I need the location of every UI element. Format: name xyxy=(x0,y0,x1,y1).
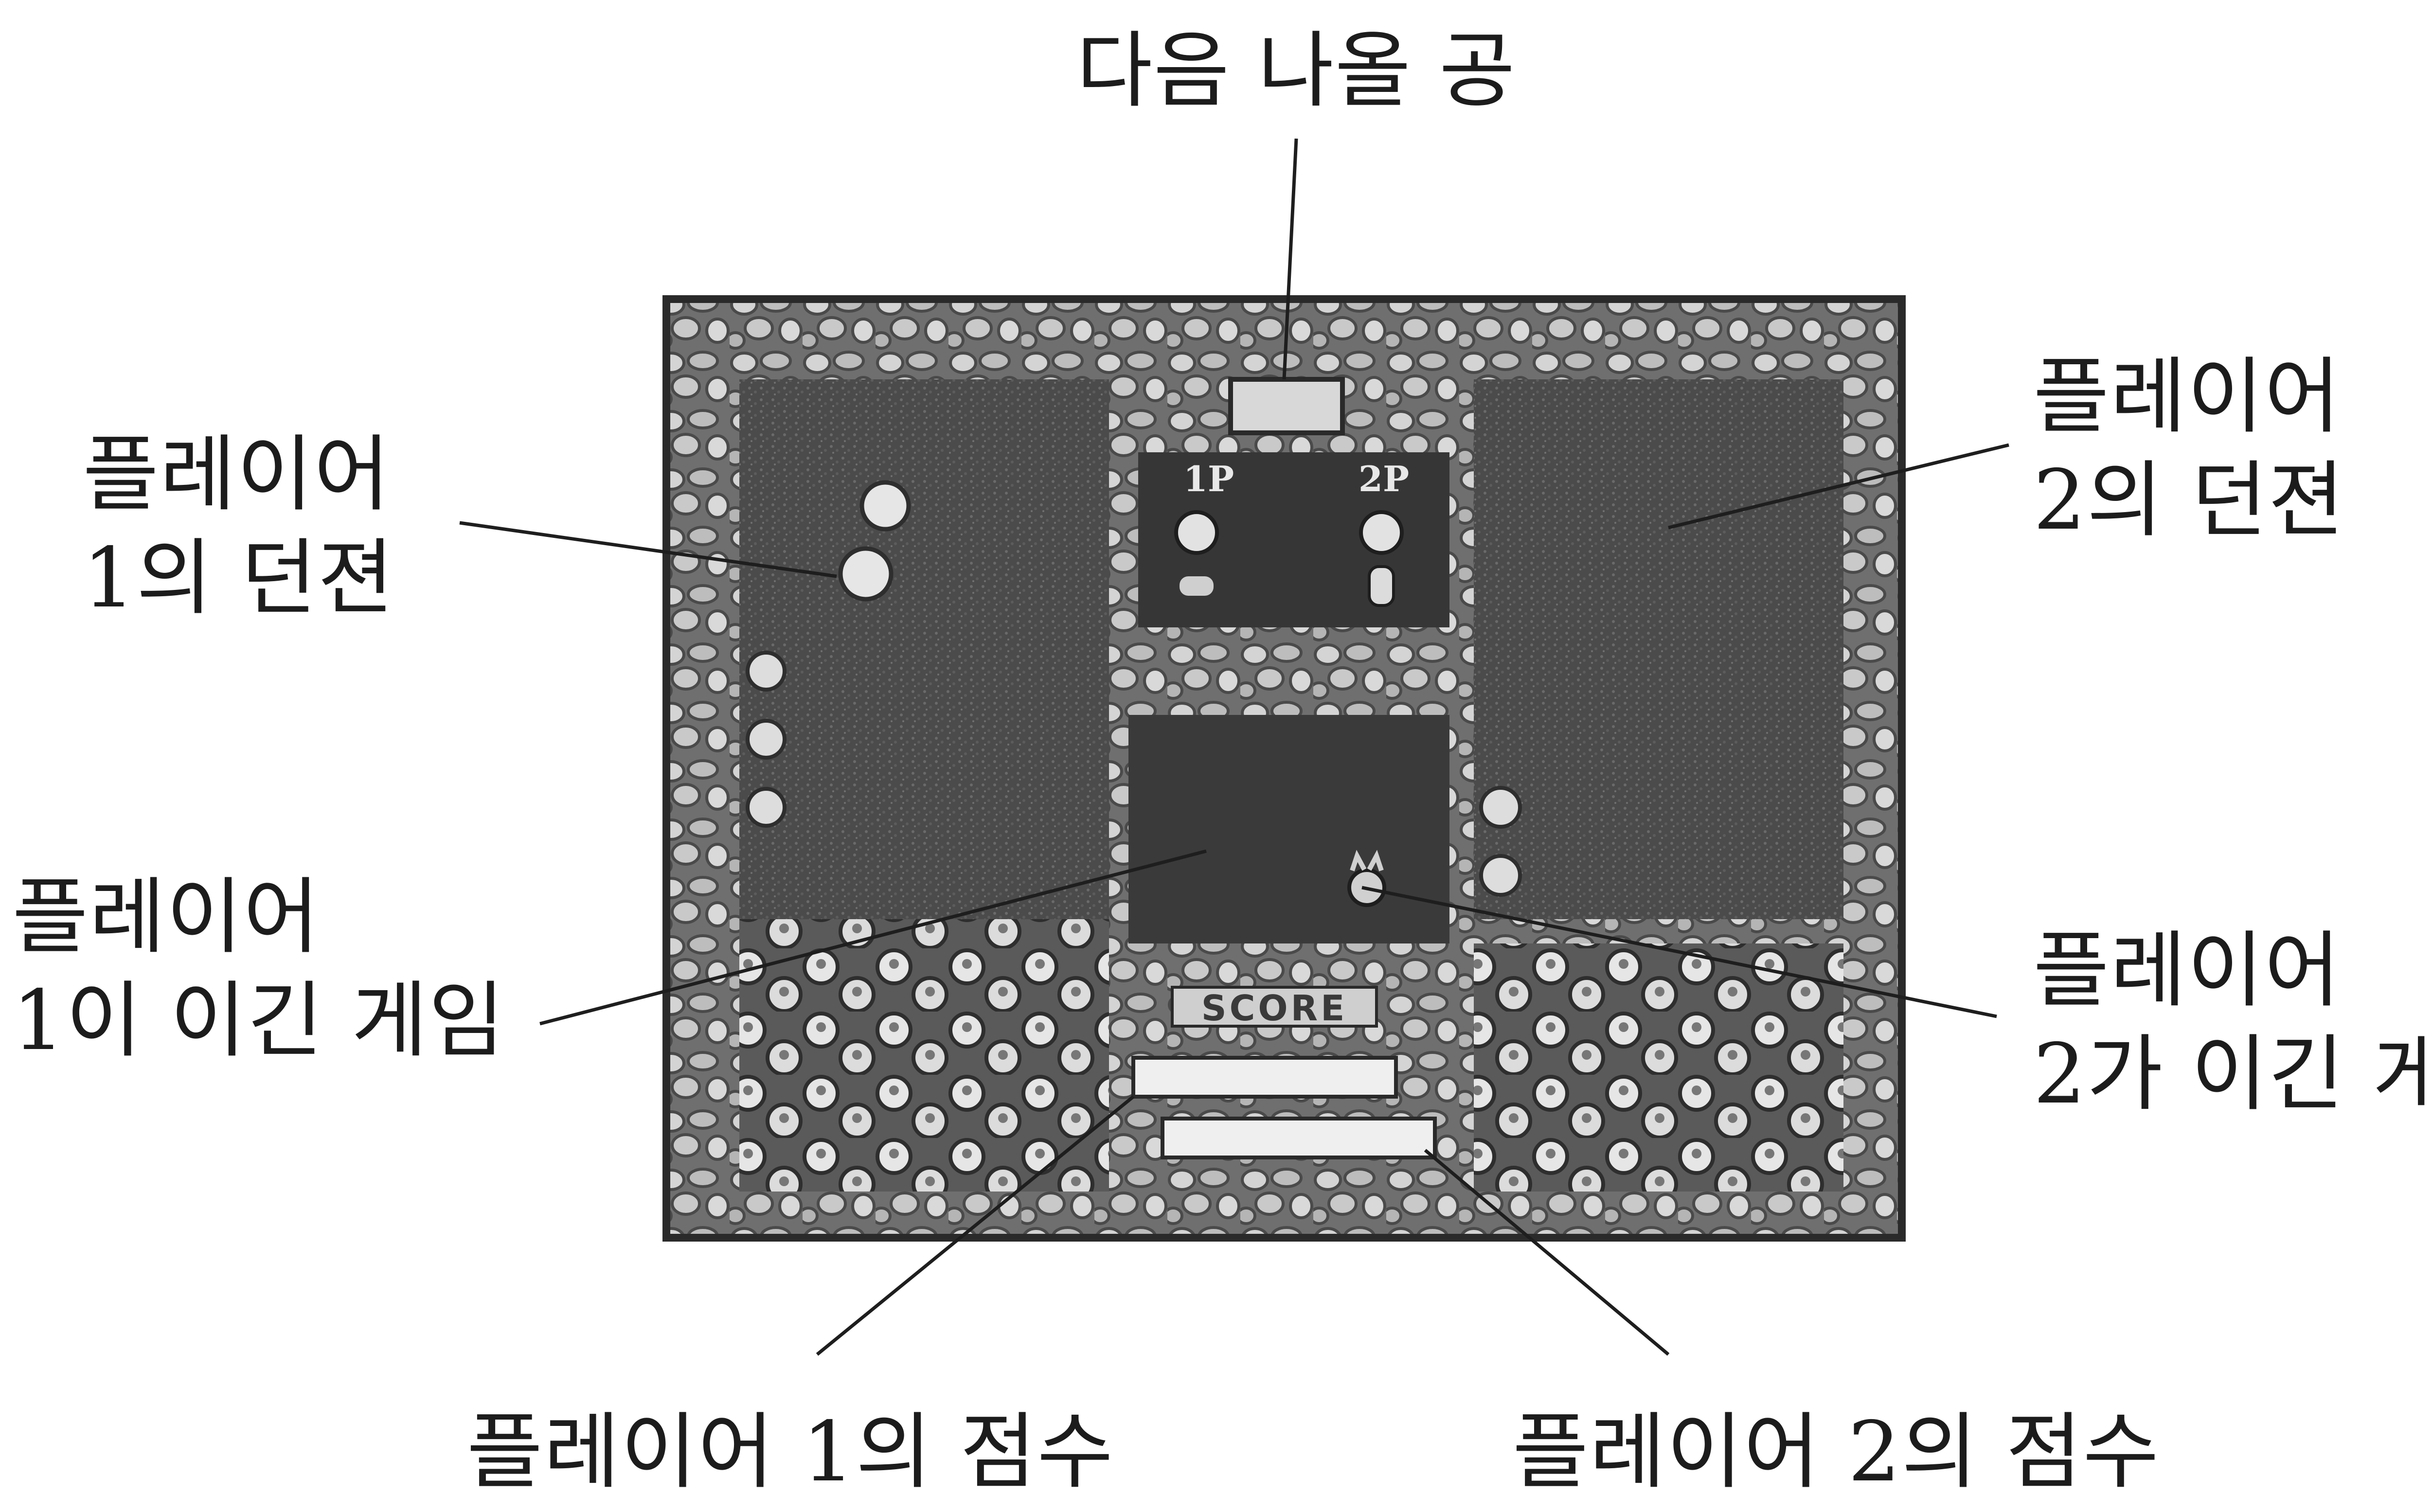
label-next-ball: 다음 나올 공 xyxy=(1076,23,1517,119)
player1-dungeon xyxy=(739,379,1109,919)
player2-ball-pile xyxy=(1474,943,1843,1192)
score-banner-text: SCORE xyxy=(1201,988,1348,1029)
p2-tag: 2P xyxy=(1359,458,1409,499)
label-player1-dungeon: 플레이어 1의 던젼 xyxy=(83,427,395,626)
player1-score-digits xyxy=(1131,1056,1398,1099)
label-player2-won-games: 플레이어 2가 이긴 게임 xyxy=(2033,923,2432,1122)
game-screen-diagram: 1P 2P SCORE xyxy=(459,138,2009,1356)
next-ball-box xyxy=(1228,377,1345,435)
player1-ball-pile xyxy=(739,919,1109,1192)
player2-dungeon xyxy=(1474,379,1843,919)
label-player2-dungeon: 플레이어 2의 던젼 xyxy=(2033,349,2345,549)
label-player2-score: 플레이어 2의 점수 xyxy=(1512,1404,2160,1500)
label-player1-score: 플레이어 1의 점수 xyxy=(466,1404,1114,1500)
won-games-panel xyxy=(1128,715,1449,943)
p1-tag: 1P xyxy=(1183,458,1234,499)
label-player1-won-games: 플레이어 1이 이긴 게임 xyxy=(12,869,506,1069)
player1-side-balls xyxy=(746,651,787,828)
player2-score-digits xyxy=(1161,1117,1437,1159)
game-screen: 1P 2P SCORE xyxy=(662,295,1906,1242)
